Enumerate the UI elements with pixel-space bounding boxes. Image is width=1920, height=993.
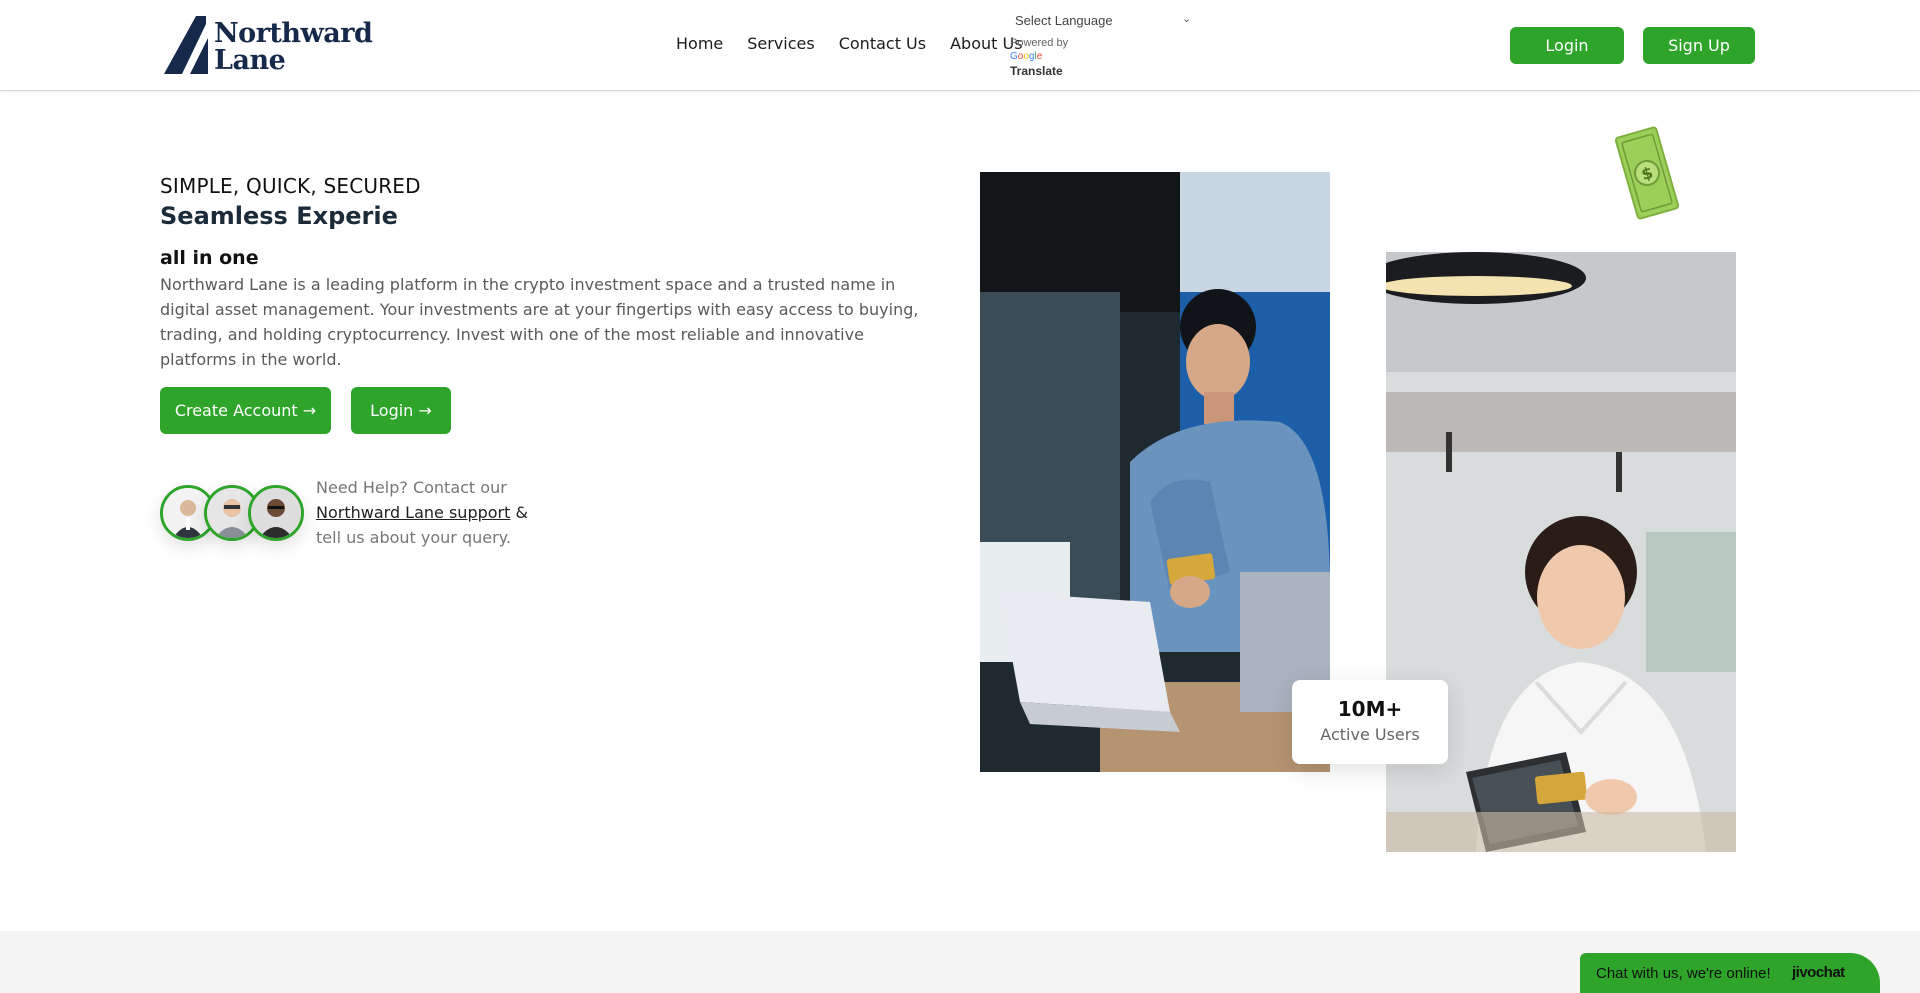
hero-login-button[interactable]: Login → bbox=[351, 387, 451, 434]
person-icon bbox=[251, 488, 301, 538]
hero-tagline: SIMPLE, QUICK, SECURED bbox=[160, 174, 421, 198]
hero-subhead: all in one bbox=[160, 247, 259, 269]
site-header: Northward Lane Home Services Contact Us … bbox=[0, 0, 1920, 91]
chevron-down-icon: ⌄ bbox=[1182, 12, 1192, 25]
hero-login-label: Login bbox=[370, 401, 414, 420]
dollar-bill-graphic: $ bbox=[1614, 126, 1680, 220]
header-login-button[interactable]: Login bbox=[1510, 27, 1624, 64]
nav-contact-us[interactable]: Contact Us bbox=[839, 34, 926, 53]
arrow-right-icon: → bbox=[302, 401, 317, 420]
man-laptop-image bbox=[980, 172, 1330, 772]
support-avatars bbox=[160, 485, 310, 543]
nav-home[interactable]: Home bbox=[676, 34, 723, 53]
header-signup-button[interactable]: Sign Up bbox=[1643, 27, 1755, 64]
brand-logo[interactable]: Northward Lane bbox=[162, 16, 373, 76]
main-nav: Home Services Contact Us About Us bbox=[676, 34, 1023, 53]
brand-mark-icon bbox=[164, 16, 208, 74]
support-help-text: Need Help? Contact our Northward Lane su… bbox=[316, 475, 546, 550]
active-users-card: 10M+ Active Users bbox=[1292, 680, 1448, 764]
hero-description: Northward Lane is a leading platform in … bbox=[160, 275, 919, 369]
chat-message: Chat with us, we're online! bbox=[1596, 965, 1771, 982]
dollar-bill-icon: $ bbox=[1612, 125, 1682, 221]
brand-name-line2: Lane bbox=[214, 45, 286, 76]
brand-name: Northward Lane bbox=[214, 18, 373, 76]
translate-link[interactable]: Translate bbox=[1010, 63, 1200, 79]
avatar bbox=[248, 485, 304, 541]
hero-photo-man-laptop bbox=[980, 172, 1330, 772]
create-account-label: Create Account bbox=[174, 401, 298, 420]
support-link[interactable]: Northward Lane support bbox=[316, 503, 510, 522]
chat-widget-button[interactable]: Chat with us, we're online! jivochat bbox=[1580, 953, 1880, 993]
chat-brand-logo: jivochat bbox=[1792, 964, 1845, 981]
help-link-line: Northward Lane support & bbox=[316, 500, 546, 525]
google-letter-g: G bbox=[1010, 50, 1018, 62]
google-translate-widget: Select Language ⌄ Powered by Google Tran… bbox=[1010, 10, 1200, 79]
help-prefix: Need Help? Contact our bbox=[316, 478, 507, 497]
create-account-button[interactable]: Create Account → bbox=[160, 387, 331, 434]
powered-by-label: Powered by bbox=[1010, 36, 1069, 49]
active-users-label: Active Users bbox=[1320, 725, 1420, 744]
brand-name-line1: Northward bbox=[214, 18, 373, 49]
hero-headline: Seamless Experie bbox=[160, 202, 398, 230]
help-suffix: tell us about your query. bbox=[316, 528, 511, 547]
nav-services[interactable]: Services bbox=[747, 34, 814, 53]
google-logo: Google bbox=[1010, 50, 1200, 63]
active-users-value: 10M+ bbox=[1337, 697, 1403, 721]
help-amp: & bbox=[515, 503, 528, 522]
arrow-right-icon: → bbox=[418, 401, 432, 420]
language-select[interactable]: Select Language bbox=[1010, 10, 1196, 31]
google-letter-e: e bbox=[1036, 50, 1043, 62]
